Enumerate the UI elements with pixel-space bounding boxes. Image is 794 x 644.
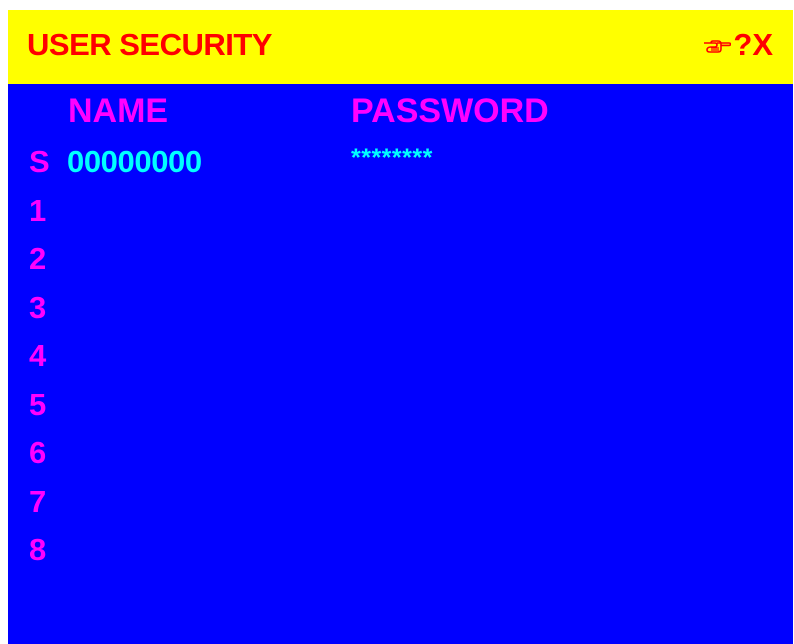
column-header-password: PASSWORD xyxy=(351,92,549,130)
user-row-2[interactable]: 2 xyxy=(8,241,793,290)
row-index: 8 xyxy=(29,532,47,567)
row-index: 6 xyxy=(29,435,47,470)
row-index: 3 xyxy=(29,289,47,325)
user-row-8[interactable]: 8 xyxy=(8,532,793,581)
row-index: 2 xyxy=(29,241,47,276)
help-button[interactable]: ? xyxy=(733,27,752,63)
row-index: 4 xyxy=(29,338,47,373)
user-password-field[interactable]: ******** xyxy=(351,144,433,172)
close-button[interactable]: X xyxy=(752,27,773,63)
user-row-1[interactable]: 1 xyxy=(8,193,793,242)
user-list: S 00000000 ******** 1 2 3 4 5 6 7 8 xyxy=(8,144,793,581)
user-security-screen: USER SECURITY ? X NAME PASSWORD S 000000… xyxy=(8,10,793,644)
user-row-7[interactable]: 7 xyxy=(8,484,793,533)
user-row-supervisor[interactable]: S 00000000 ******** xyxy=(8,144,793,193)
page-title: USER SECURITY xyxy=(27,27,272,62)
user-row-4[interactable]: 4 xyxy=(8,338,793,387)
title-controls: ? X xyxy=(703,27,773,63)
user-row-5[interactable]: 5 xyxy=(8,387,793,436)
user-row-6[interactable]: 6 xyxy=(8,435,793,484)
title-bar: USER SECURITY ? X xyxy=(8,10,793,84)
row-index: 5 xyxy=(29,386,47,422)
row-index: 1 xyxy=(29,192,47,228)
user-row-3[interactable]: 3 xyxy=(8,290,793,339)
column-header-name: NAME xyxy=(68,92,169,130)
row-index: S xyxy=(29,144,50,179)
row-index: 7 xyxy=(29,483,47,519)
user-name-field[interactable]: 00000000 xyxy=(67,144,202,180)
pointing-hand-icon xyxy=(704,40,732,53)
